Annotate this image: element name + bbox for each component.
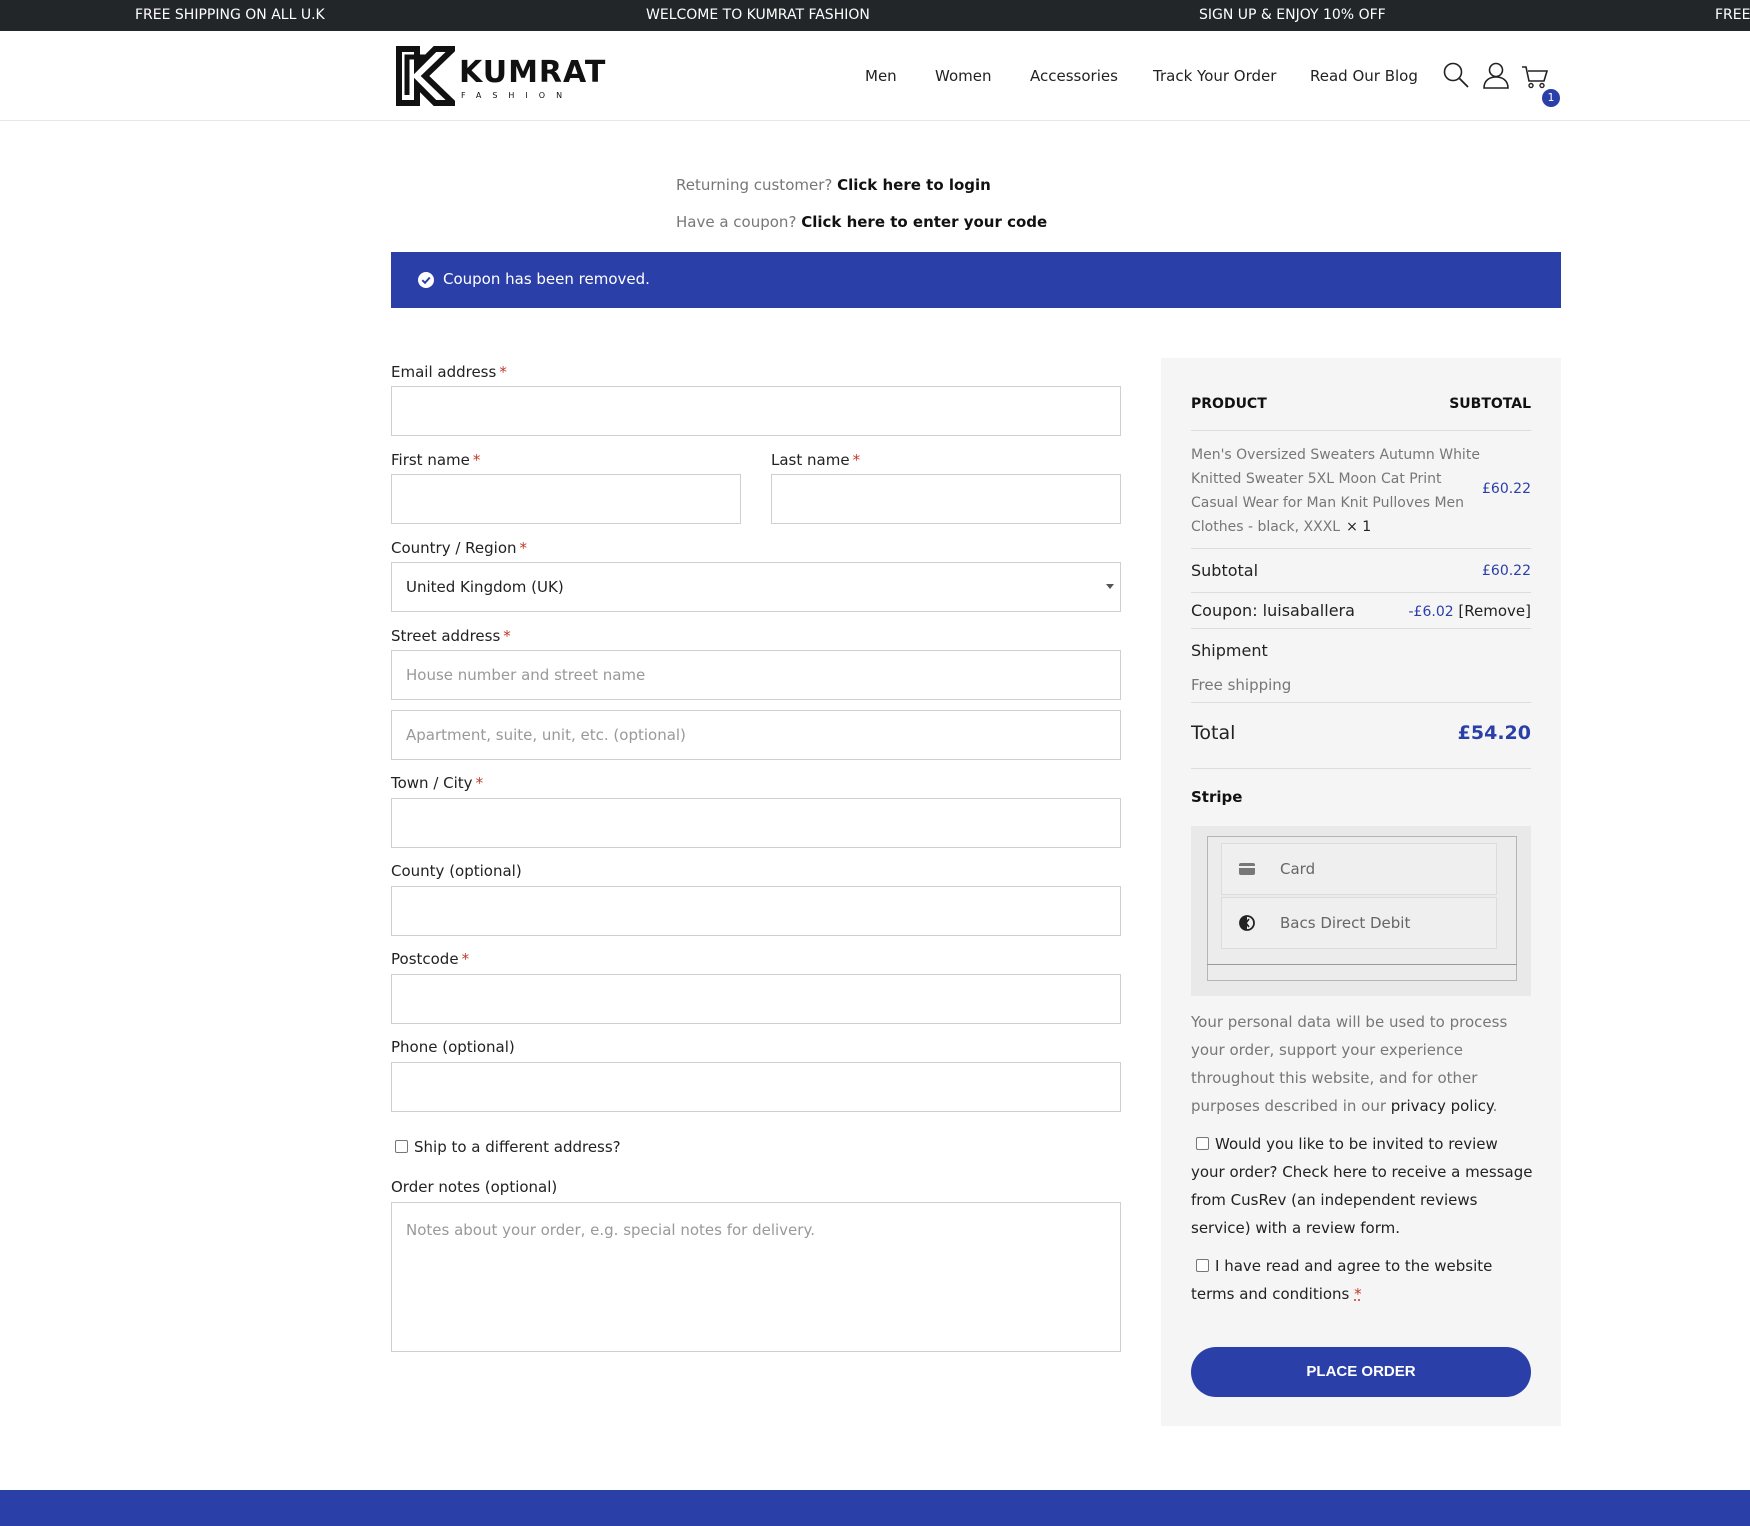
email-label: Email address * — [391, 363, 507, 381]
street-placeholder: House number and street name — [406, 666, 646, 684]
phone-field[interactable] — [391, 1062, 1121, 1112]
country-selected-value: United Kingdom (UK) — [406, 578, 564, 596]
check-circle-icon — [418, 272, 434, 288]
announcement-signup: SIGN UP & ENJOY 10% OFF — [1199, 7, 1386, 23]
remove-coupon-link[interactable]: [Remove] — [1458, 602, 1531, 620]
nav-men[interactable]: Men — [865, 67, 897, 85]
user-icon[interactable] — [1482, 61, 1510, 89]
column-subtotal: SUBTOTAL — [1449, 396, 1531, 412]
divider — [1191, 628, 1531, 629]
alert-message: Coupon has been removed. — [443, 270, 650, 288]
enter-coupon-link[interactable]: Click here to enter your code — [801, 213, 1047, 231]
logo-subtitle: FASHION — [461, 91, 574, 100]
street-address-field[interactable]: House number and street name — [391, 650, 1121, 700]
city-label: Town / City * — [391, 774, 484, 792]
returning-customer-notice: Returning customer? Click here to login — [676, 176, 991, 194]
privacy-notice: Your personal data will be used to proce… — [1191, 1008, 1536, 1120]
order-review-panel: PRODUCT SUBTOTAL Men's Oversized Sweater… — [1161, 358, 1561, 1426]
subtotal-value: £60.22 — [1482, 563, 1531, 579]
divider — [1191, 548, 1531, 549]
total-value: £54.20 — [1457, 722, 1531, 744]
column-product: PRODUCT — [1191, 396, 1267, 412]
first-name-field[interactable] — [391, 474, 741, 524]
review-invite-label[interactable]: Would you like to be invited to review y… — [1191, 1130, 1536, 1242]
footer-bar — [0, 1490, 1750, 1526]
payment-option-label: Bacs Direct Debit — [1280, 914, 1411, 932]
announcement-welcome: WELCOME TO KUMRAT FASHION — [646, 7, 870, 23]
county-field[interactable] — [391, 886, 1121, 936]
country-select[interactable]: United Kingdom (UK) — [391, 562, 1121, 612]
product-price: £60.22 — [1482, 481, 1531, 497]
place-order-button[interactable]: PLACE ORDER — [1191, 1347, 1531, 1397]
announcement-free-shipping: FREE SHIPPING ON ALL U.K — [135, 7, 325, 23]
street-label: Street address * — [391, 627, 511, 645]
order-notes-field[interactable]: Notes about your order, e.g. special not… — [391, 1202, 1121, 1352]
divider — [1191, 430, 1531, 431]
returning-customer-text: Returning customer? — [676, 176, 833, 194]
payment-options-frame: Card Bacs Direct Debit — [1207, 836, 1517, 981]
county-label: County (optional) — [391, 862, 522, 880]
privacy-policy-link[interactable]: privacy policy — [1391, 1097, 1493, 1115]
payment-method-title: Stripe — [1191, 788, 1243, 806]
logo-wordmark: KUMRAT — [459, 55, 607, 90]
divider — [1191, 768, 1531, 769]
terms-label[interactable]: I have read and agree to the website ter… — [1191, 1252, 1536, 1308]
cart-count-badge: 1 — [1542, 89, 1560, 107]
credit-card-icon — [1239, 863, 1255, 875]
payment-option-label: Card — [1280, 860, 1316, 878]
country-label: Country / Region * — [391, 539, 528, 557]
logo-k-mark-icon — [396, 46, 461, 106]
coupon-text: Have a coupon? — [676, 213, 797, 231]
postcode-field[interactable] — [391, 974, 1121, 1024]
nav-women[interactable]: Women — [935, 67, 991, 85]
shipment-value: Free shipping — [1191, 676, 1292, 694]
apartment-placeholder: Apartment, suite, unit, etc. (optional) — [406, 726, 686, 744]
apartment-field[interactable]: Apartment, suite, unit, etc. (optional) — [391, 710, 1121, 760]
coupon-label: Coupon: luisaballera — [1191, 601, 1355, 620]
divider — [1191, 702, 1531, 703]
login-link[interactable]: Click here to login — [837, 176, 991, 194]
shipment-label: Shipment — [1191, 641, 1268, 660]
cart-icon[interactable] — [1521, 61, 1549, 89]
payment-option-card[interactable]: Card — [1221, 843, 1497, 895]
site-logo[interactable]: KUMRAT FASHION — [395, 45, 605, 107]
product-name: Men's Oversized Sweaters Autumn White Kn… — [1191, 447, 1480, 535]
city-field[interactable] — [391, 798, 1121, 848]
product-item: Men's Oversized Sweaters Autumn White Kn… — [1191, 443, 1481, 539]
phone-label: Phone (optional) — [391, 1038, 515, 1056]
total-label: Total — [1191, 722, 1236, 744]
subtotal-label: Subtotal — [1191, 561, 1259, 580]
bacs-icon — [1239, 915, 1255, 931]
ship-different-checkbox[interactable] — [395, 1140, 408, 1153]
email-field[interactable] — [391, 386, 1121, 436]
last-name-label: Last name * — [771, 451, 861, 469]
terms-required-mark: * — [1354, 1285, 1362, 1303]
order-notes-placeholder: Notes about your order, e.g. special not… — [406, 1221, 815, 1239]
terms-text: I have read and agree to the website ter… — [1191, 1257, 1493, 1303]
nav-track-order[interactable]: Track Your Order — [1153, 67, 1276, 85]
announcement-bar: FREE SHIPPING ON ALL U.K WELCOME TO KUMR… — [0, 0, 1750, 31]
postcode-label: Postcode * — [391, 950, 470, 968]
privacy-period: . — [1492, 1097, 1498, 1115]
order-notes-label: Order notes (optional) — [391, 1178, 558, 1196]
stripe-payment-box: Card Bacs Direct Debit — [1191, 826, 1531, 996]
coupon-notice: Have a coupon? Click here to enter your … — [676, 213, 1047, 231]
coupon-discount-value: -£6.02 — [1408, 604, 1454, 620]
nav-blog[interactable]: Read Our Blog — [1310, 67, 1418, 85]
search-icon[interactable] — [1442, 61, 1470, 89]
payment-option-bacs[interactable]: Bacs Direct Debit — [1221, 897, 1497, 949]
announcement-free-clipped: FREE — [1715, 7, 1750, 23]
first-name-label: First name * — [391, 451, 481, 469]
coupon-amount: -£6.02 [Remove] — [1409, 602, 1532, 620]
nav-accessories[interactable]: Accessories — [1030, 67, 1118, 85]
site-header: KUMRAT FASHION Men Women Accessories Tra… — [0, 31, 1750, 121]
chevron-down-icon — [1106, 584, 1114, 589]
coupon-removed-alert: Coupon has been removed. — [391, 252, 1561, 308]
divider — [1207, 964, 1517, 965]
last-name-field[interactable] — [771, 474, 1121, 524]
divider — [1191, 592, 1531, 593]
product-quantity: × 1 — [1346, 519, 1372, 535]
ship-different-label[interactable]: Ship to a different address? — [414, 1138, 621, 1156]
